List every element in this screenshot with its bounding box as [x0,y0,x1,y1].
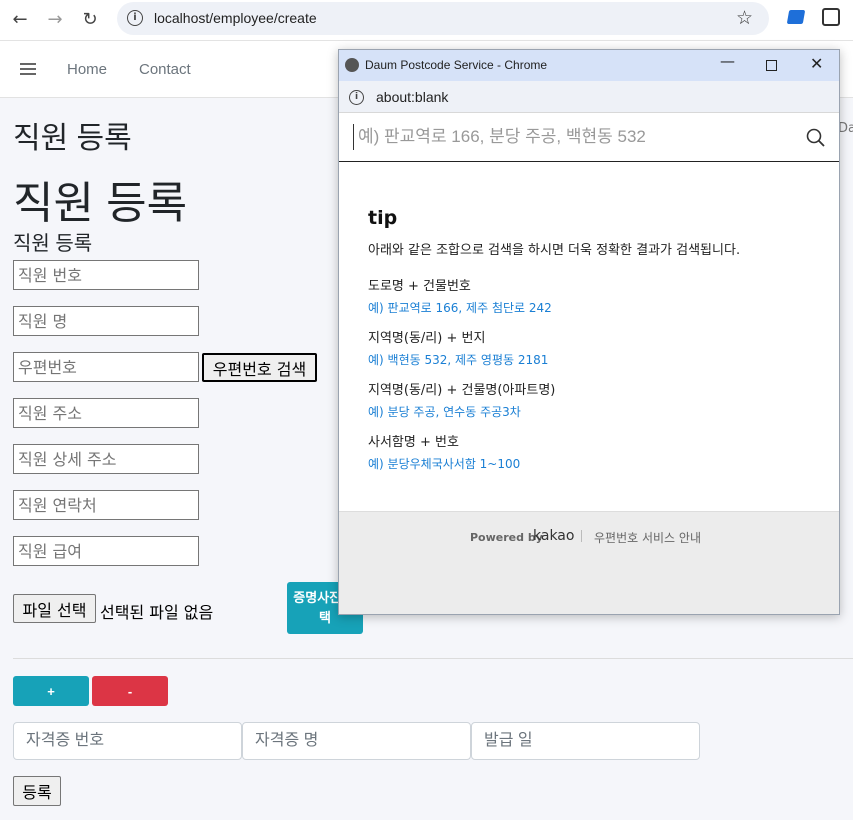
tip-label: 지역명(동/리) + 건물명(아파트명) [368,383,556,398]
service-info-link[interactable]: 우편번호 서비스 안내 [594,529,701,546]
browser-toolbar: ← → ↻ i localhost/employee/create ☆ [0,0,853,41]
popup-title: Daum Postcode Service - Chrome [365,58,548,72]
postcode-field[interactable] [13,352,199,382]
menu-icon[interactable] [20,63,36,75]
form-title: 직원 등록 [13,233,93,255]
address-bar[interactable]: i localhost/employee/create ☆ [117,2,769,35]
page-title-large: 직원 등록 [13,179,188,228]
tip-example: 예) 백현동 532, 제주 영평동 2181 [368,353,549,367]
phone-field[interactable] [13,490,199,520]
nav-contact[interactable]: Contact [139,61,191,78]
address-detail-field[interactable] [13,444,199,474]
site-info-icon[interactable]: i [349,90,364,105]
tip-heading: tip [368,207,398,229]
extension-icon[interactable] [786,10,806,24]
postcode-search-button[interactable]: 우편번호 검색 [202,353,317,382]
forward-arrow-icon[interactable]: → [43,8,67,32]
maximize-icon[interactable] [766,60,777,71]
address-url[interactable]: localhost/employee/create [154,10,317,26]
popup-address-bar: i about:blank [339,81,839,113]
issue-date-field[interactable] [471,722,700,760]
bookmark-star-icon[interactable]: ☆ [736,7,753,29]
emp-name-field[interactable] [13,306,199,336]
address-field[interactable] [13,398,199,428]
tip-label: 지역명(동/리) + 번지 [368,331,486,346]
postcode-search-input[interactable] [353,124,793,150]
divider [13,658,853,659]
popup-footer: Powered by kakao 우편번호 서비스 안내 [339,511,839,614]
right-edge-text: Da [838,121,853,136]
tip-label: 사서함명 + 번호 [368,435,459,450]
postcode-popup-window: Daum Postcode Service - Chrome — ✕ i abo… [338,49,840,615]
nav-home[interactable]: Home [67,61,107,78]
search-icon[interactable] [806,128,826,148]
tip-example: 예) 분당우체국사서함 1~100 [368,457,521,471]
footer-separator [581,530,582,542]
popup-titlebar[interactable]: Daum Postcode Service - Chrome — ✕ [339,50,839,81]
powered-by-text: Powered by [470,531,543,544]
close-icon[interactable]: ✕ [810,54,823,73]
tip-example: 예) 판교역로 166, 제주 첨단로 242 [368,301,552,315]
salary-field[interactable] [13,536,199,566]
tip-description: 아래와 같은 조합으로 검색을 하시면 더욱 정확한 결과가 검색됩니다. [368,243,741,258]
extensions-puzzle-icon[interactable] [822,8,840,26]
minimize-icon[interactable]: — [720,52,735,70]
popup-url: about:blank [376,89,449,105]
site-info-icon[interactable]: i [127,10,143,26]
file-status-text: 선택된 파일 없음 [100,603,214,622]
tip-label: 도로명 + 건물번호 [368,279,471,294]
tip-example: 예) 분당 주공, 연수동 주공3차 [368,405,521,419]
file-select-button[interactable]: 파일 선택 [13,594,96,623]
add-cert-button[interactable]: + [13,676,89,706]
back-arrow-icon[interactable]: ← [8,8,32,32]
emp-no-field[interactable] [13,260,199,290]
globe-icon [345,58,359,72]
remove-cert-button[interactable]: - [92,676,168,706]
cert-name-field[interactable] [242,722,471,760]
cert-no-field[interactable] [13,722,242,760]
postcode-search-bar [339,113,839,162]
page-title-small: 직원 등록 [13,122,132,155]
submit-button[interactable]: 등록 [13,776,61,806]
reload-icon[interactable]: ↻ [78,8,102,32]
kakao-logo: kakao [533,528,575,544]
